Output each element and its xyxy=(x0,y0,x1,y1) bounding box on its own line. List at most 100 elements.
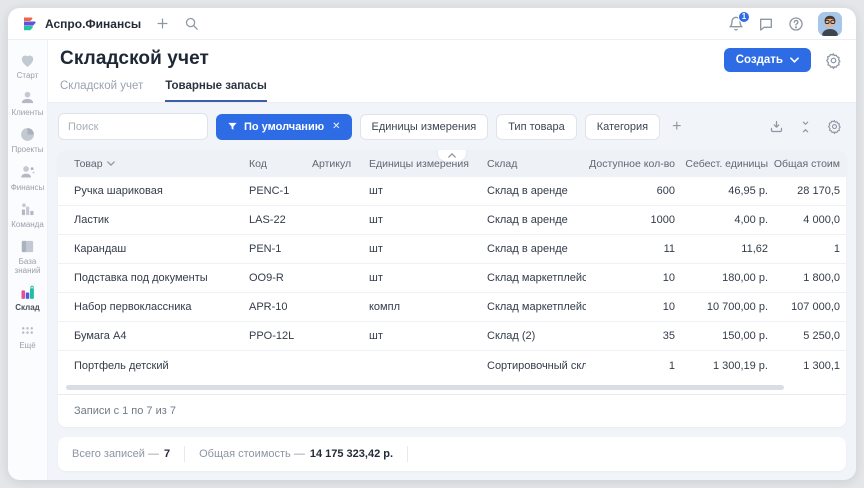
tab-product-stocks[interactable]: Товарные запасы xyxy=(165,80,267,102)
table-cell: шт xyxy=(363,330,481,342)
table-cell: 1 300,1 xyxy=(774,360,846,372)
table-settings-gear-icon[interactable] xyxy=(827,119,842,134)
column-header-available-qty[interactable]: Доступное кол-во xyxy=(586,158,681,170)
table-cell: Склад в аренде xyxy=(481,243,586,255)
chevron-up-icon xyxy=(448,153,456,158)
table-cell: 150,00 р. xyxy=(681,330,774,342)
search-input[interactable] xyxy=(58,113,208,140)
horizontal-scrollbar-thumb[interactable] xyxy=(66,385,784,390)
sidebar-item-knowledge[interactable]: База знаний xyxy=(8,238,48,275)
filter-bar: По умолчанию ✕ Единицы измерения Тип тов… xyxy=(58,113,846,140)
table-cell: 10 xyxy=(586,272,681,284)
active-filter-chip[interactable]: По умолчанию ✕ xyxy=(216,114,352,140)
table-cell: OO9-R xyxy=(243,272,306,284)
page-settings-gear-icon[interactable] xyxy=(825,52,842,69)
horizontal-scrollbar xyxy=(66,385,838,390)
table-cell: Сортировочный скла xyxy=(481,360,586,372)
filter-chip-product-type[interactable]: Тип товара xyxy=(496,114,577,140)
table-cell: компл xyxy=(363,301,481,313)
total-records: Всего записей — 7 xyxy=(72,448,170,460)
avatar[interactable] xyxy=(818,12,842,36)
table-cell: 5 250,0 xyxy=(774,330,846,342)
brand[interactable]: Аспро.Финансы xyxy=(22,16,141,32)
sidebar: Старт Клиенты Проекты Финансы Команда Ба xyxy=(8,40,48,480)
table-cell: Карандаш xyxy=(58,243,243,255)
table-cell: 35 xyxy=(586,330,681,342)
clear-filter-icon[interactable]: ✕ xyxy=(332,121,340,132)
table-body: Ручка шариковаяPENC-1штСклад в аренде600… xyxy=(58,177,846,380)
stocks-table-card: Товар Код Артикул Единицы измерения Скла… xyxy=(58,150,846,427)
table-cell: LAS-22 xyxy=(243,214,306,226)
page-header: Складской учет Создать Складской учет То… xyxy=(48,40,856,103)
team-icon xyxy=(19,201,36,218)
table-row[interactable]: Бумага А4PPO-12L штСклад (2)35150,00 р.5 … xyxy=(58,322,846,351)
table-cell: шт xyxy=(363,243,481,255)
table-row[interactable]: ЛастикLAS-22штСклад в аренде10004,00 р.4… xyxy=(58,206,846,235)
sidebar-item-team[interactable]: Команда xyxy=(8,201,48,229)
table-cell: APR-10 xyxy=(243,301,306,313)
table-row[interactable]: Портфель детскийСортировочный скла11 300… xyxy=(58,351,846,380)
collapse-table-button[interactable] xyxy=(437,150,467,162)
column-header-product[interactable]: Товар xyxy=(58,158,243,170)
total-cost: Общая стоимость — 14 175 323,42 р. xyxy=(199,448,393,460)
table-cell: 1 xyxy=(774,243,846,255)
table-cell: 1 800,0 xyxy=(774,272,846,284)
table-row[interactable]: Ручка шариковаяPENC-1штСклад в аренде600… xyxy=(58,177,846,206)
page-title: Складской учет xyxy=(60,48,209,70)
finances-icon xyxy=(19,164,36,181)
column-header-warehouse[interactable]: Склад xyxy=(481,158,586,170)
table-cell: шт xyxy=(363,272,481,284)
table-cell: 600 xyxy=(586,185,681,197)
table-row[interactable]: Набор первоклассникаAPR-10 комплСклад мар… xyxy=(58,293,846,322)
table-row[interactable]: Подставка под документыOO9-RштСклад марк… xyxy=(58,264,846,293)
table-cell: 1 xyxy=(586,360,681,372)
notifications-button[interactable]: 1 xyxy=(728,16,744,32)
sidebar-item-start[interactable]: Старт xyxy=(8,52,48,80)
column-header-total-cost[interactable]: Общая стоим xyxy=(774,158,846,170)
export-download-icon[interactable] xyxy=(769,119,784,134)
chat-icon[interactable] xyxy=(758,16,774,32)
table-cell: Набор первоклассника xyxy=(58,301,243,313)
more-icon xyxy=(19,322,36,339)
create-button[interactable]: Создать xyxy=(724,48,811,72)
collapse-rows-icon[interactable] xyxy=(799,120,812,134)
sidebar-item-more[interactable]: Ещё xyxy=(8,322,48,350)
sort-chevron-icon xyxy=(107,161,115,166)
filter-chip-category[interactable]: Категория xyxy=(585,114,660,140)
sidebar-item-projects[interactable]: Проекты xyxy=(8,126,48,154)
table-cell: Склад (2) xyxy=(481,330,586,342)
column-header-unit-cost[interactable]: Себест. единицы xyxy=(681,158,774,170)
search-icon[interactable] xyxy=(184,16,199,31)
table-cell: 11 xyxy=(586,243,681,255)
filter-chip-units[interactable]: Единицы измерения xyxy=(360,114,489,140)
column-header-sku[interactable]: Артикул xyxy=(306,158,363,170)
sidebar-item-warehouse[interactable]: Склад xyxy=(8,284,48,312)
warehouse-icon xyxy=(19,284,36,301)
table-cell: Подставка под документы xyxy=(58,272,243,284)
table-row[interactable]: КарандашPEN-1штСклад в аренде1111,621 xyxy=(58,235,846,264)
tabs: Складской учет Товарные запасы xyxy=(60,80,842,102)
add-filter-icon[interactable]: + xyxy=(672,119,681,135)
topbar: Аспро.Финансы 1 xyxy=(8,8,856,40)
brand-name: Аспро.Финансы xyxy=(45,17,141,31)
table-cell: Склад маркетплейса xyxy=(481,301,586,313)
table-cell: PPO-12L xyxy=(243,330,306,342)
table-cell: Ручка шариковая xyxy=(58,185,243,197)
table-cell: PENC-1 xyxy=(243,185,306,197)
table-cell: 10 xyxy=(586,301,681,313)
help-icon[interactable] xyxy=(788,16,804,32)
tab-warehouse-accounting[interactable]: Складской учет xyxy=(60,80,143,102)
quick-add-icon[interactable] xyxy=(155,16,170,31)
table-cell: Бумага А4 xyxy=(58,330,243,342)
projects-icon xyxy=(19,126,36,143)
column-header-code[interactable]: Код xyxy=(243,158,306,170)
table-cell: Склад в аренде xyxy=(481,214,586,226)
sidebar-item-clients[interactable]: Клиенты xyxy=(8,89,48,117)
table-cell: 107 000,0 xyxy=(774,301,846,313)
sidebar-item-finances[interactable]: Финансы xyxy=(8,164,48,192)
table-cell: 46,95 р. xyxy=(681,185,774,197)
clients-icon xyxy=(19,89,36,106)
table-cell: 4 000,0 xyxy=(774,214,846,226)
chevron-down-icon xyxy=(790,57,799,63)
table-cell: Склад в аренде xyxy=(481,185,586,197)
